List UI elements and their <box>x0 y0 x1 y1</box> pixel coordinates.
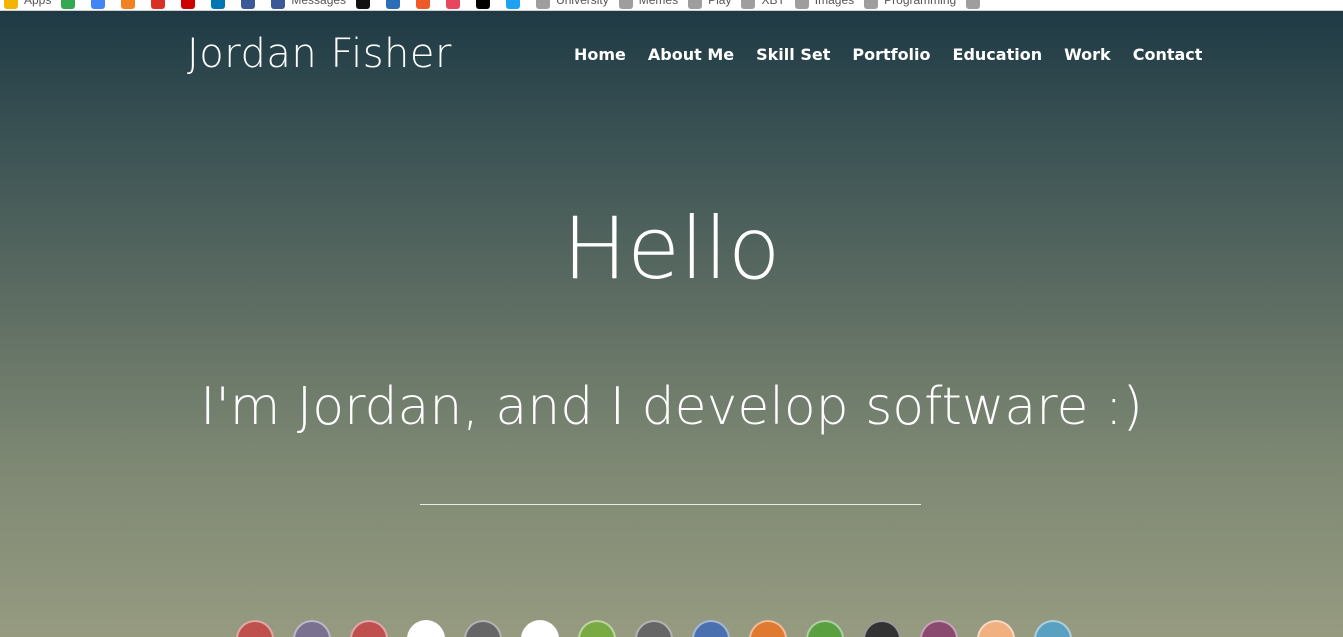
skill-icon[interactable] <box>350 620 388 637</box>
skill-icon[interactable] <box>407 620 445 637</box>
bookmark-icon <box>618 0 633 9</box>
bookmark-label: Messages <box>291 0 347 7</box>
skill-icon[interactable] <box>920 620 958 637</box>
hero-heading: Hello <box>562 199 781 299</box>
bookmark-label: Play <box>708 0 732 7</box>
nav-work[interactable]: Work <box>1064 45 1111 64</box>
bookmark-icon <box>476 0 491 9</box>
bookmark-item[interactable]: Messages <box>271 0 347 9</box>
skill-icons-row <box>236 620 1091 637</box>
nav-home[interactable]: Home <box>574 45 626 64</box>
bookmark-item[interactable] <box>356 0 376 9</box>
bookmark-icon <box>864 0 879 9</box>
bookmark-icon <box>688 0 703 9</box>
bookmark-icon <box>91 0 106 9</box>
bookmark-icon <box>211 0 226 9</box>
bookmark-item[interactable] <box>966 0 986 9</box>
bookmark-item[interactable] <box>386 0 406 9</box>
bookmark-item[interactable]: University <box>536 0 609 9</box>
bookmark-item[interactable] <box>151 0 171 9</box>
bookmark-item[interactable] <box>61 0 81 9</box>
bookmark-icon <box>61 0 76 9</box>
bookmark-icon <box>794 0 809 9</box>
bookmark-label: Images <box>814 0 855 7</box>
skill-icon[interactable] <box>521 620 559 637</box>
bookmarks-bar: Apps Messages University Memes Play XBT Images… <box>0 0 1343 11</box>
skill-icon[interactable] <box>293 620 331 637</box>
bookmark-item[interactable] <box>211 0 231 9</box>
bookmark-item[interactable]: Play <box>688 0 732 9</box>
bookmark-icon <box>966 0 981 9</box>
bookmark-item[interactable]: Images <box>794 0 855 9</box>
bookmark-item[interactable]: Programming <box>864 0 957 9</box>
bookmark-item[interactable]: Apps <box>4 0 52 9</box>
skill-icon[interactable] <box>692 620 730 637</box>
bookmark-icon <box>4 0 18 9</box>
bookmark-item[interactable] <box>416 0 436 9</box>
nav-skill-set[interactable]: Skill Set <box>756 45 830 64</box>
hero-divider <box>420 504 921 505</box>
hero-tagline: I'm Jordan, and I develop software :) <box>200 377 1143 437</box>
bookmark-item[interactable] <box>446 0 466 9</box>
skill-icon[interactable] <box>863 620 901 637</box>
bookmark-icon <box>386 0 401 9</box>
bookmark-item[interactable] <box>506 0 526 9</box>
bookmark-item[interactable] <box>241 0 261 9</box>
nav-portfolio[interactable]: Portfolio <box>852 45 930 64</box>
skill-icon[interactable] <box>236 620 274 637</box>
bookmark-label: Programming <box>884 0 957 7</box>
bookmark-item[interactable] <box>121 0 141 9</box>
bookmark-icon <box>271 0 286 9</box>
bookmark-icon <box>536 0 551 9</box>
hero-section: Jordan Fisher Home About Me Skill Set Po… <box>0 11 1343 637</box>
site-brand[interactable]: Jordan Fisher <box>187 31 452 77</box>
bookmark-icon <box>741 0 756 9</box>
nav-education[interactable]: Education <box>953 45 1043 64</box>
bookmark-label: University <box>556 0 609 7</box>
bookmark-icon <box>416 0 431 9</box>
skill-icon[interactable] <box>977 620 1015 637</box>
bookmark-item[interactable]: XBT <box>741 0 785 9</box>
bookmark-item[interactable] <box>476 0 496 9</box>
main-nav: Home About Me Skill Set Portfolio Educat… <box>574 45 1224 64</box>
bookmark-icon <box>241 0 256 9</box>
skill-icon[interactable] <box>1034 620 1072 637</box>
bookmark-item[interactable] <box>181 0 201 9</box>
skill-icon[interactable] <box>635 620 673 637</box>
skill-icon[interactable] <box>749 620 787 637</box>
bookmark-icon <box>121 0 136 9</box>
skill-icon[interactable] <box>806 620 844 637</box>
skill-icon[interactable] <box>464 620 502 637</box>
bookmark-icon <box>151 0 166 9</box>
bookmark-item[interactable] <box>91 0 111 9</box>
nav-contact[interactable]: Contact <box>1133 45 1203 64</box>
bookmark-icon <box>506 0 521 9</box>
bookmark-label: XBT <box>761 0 785 7</box>
bookmark-label: Apps <box>24 0 52 7</box>
bookmark-icon <box>181 0 196 9</box>
bookmark-icon <box>356 0 371 9</box>
bookmark-label: Memes <box>638 0 679 7</box>
skill-icon[interactable] <box>578 620 616 637</box>
bookmark-item[interactable]: Memes <box>618 0 679 9</box>
nav-about-me[interactable]: About Me <box>648 45 734 64</box>
bookmark-icon <box>446 0 461 9</box>
